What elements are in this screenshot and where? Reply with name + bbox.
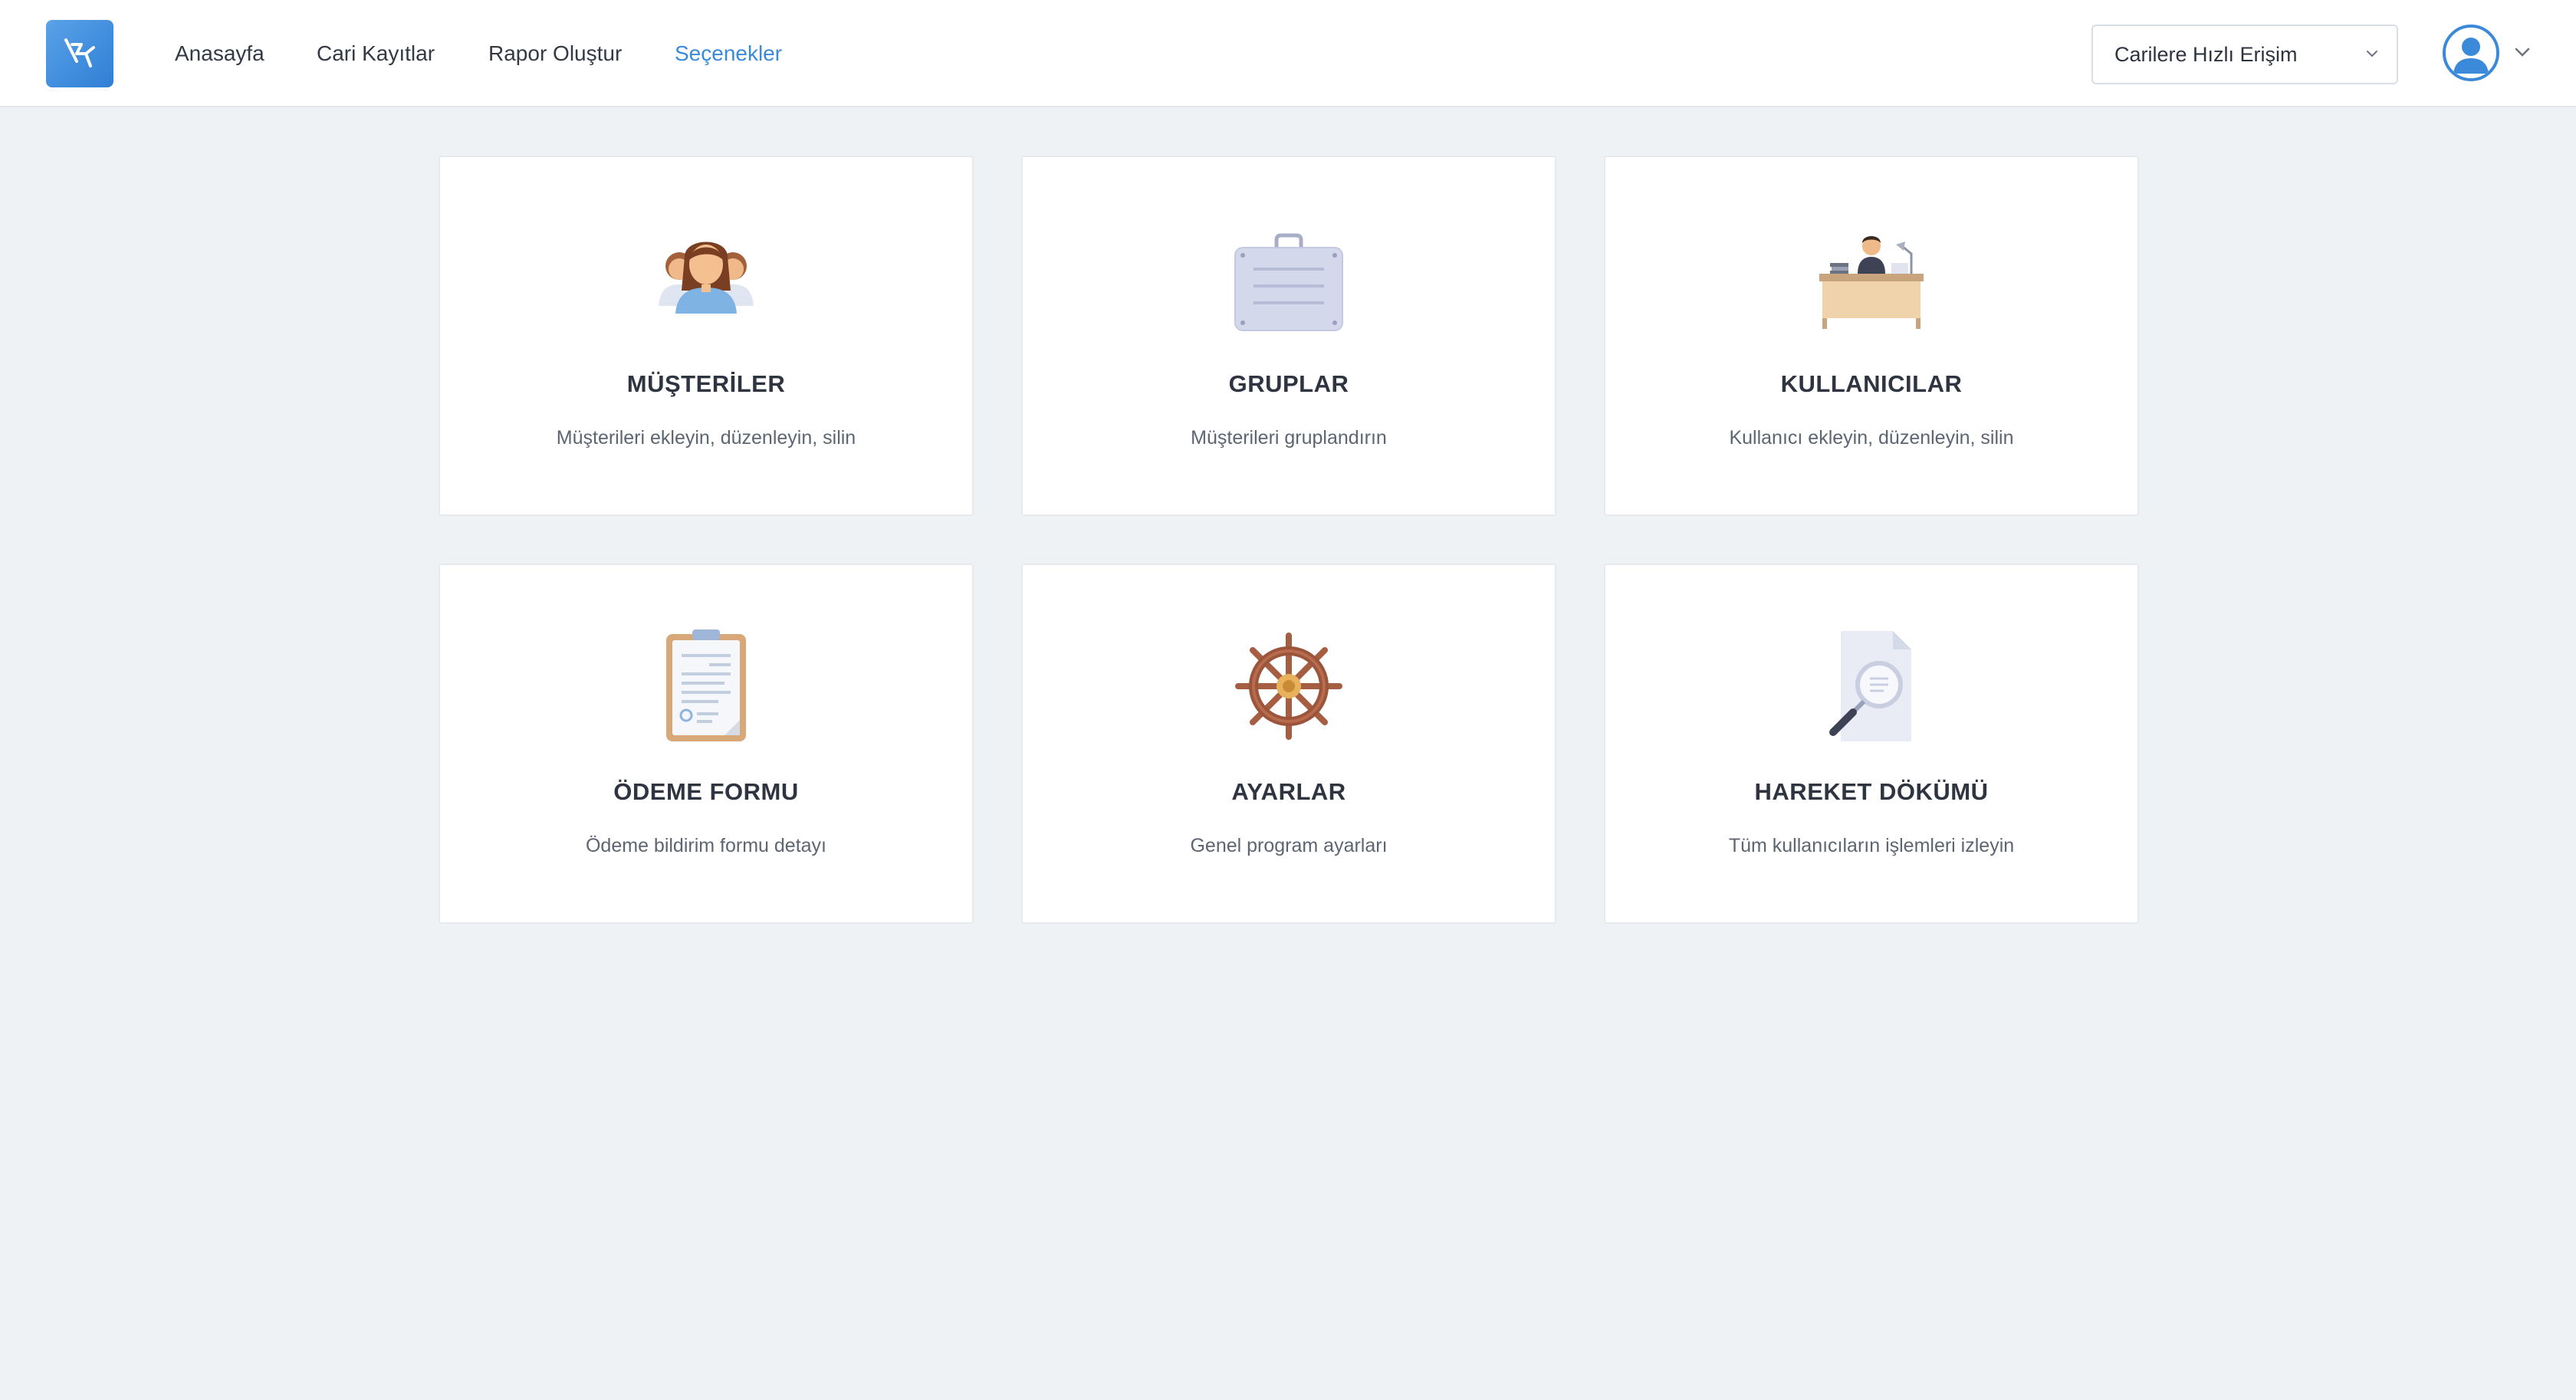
- quick-access-value: Carilere Hızlı Erişim: [2114, 42, 2298, 66]
- card-title: HAREKET DÖKÜMÜ: [1754, 778, 1989, 805]
- briefcase-icon: [1234, 233, 1343, 331]
- card-title: ÖDEME FORMU: [613, 778, 799, 805]
- card-musteriler[interactable]: MÜŞTERİLER Müşterileri ekleyin, düzenley…: [439, 156, 974, 516]
- top-navbar: Anasayfa Cari Kayıtlar Rapor Oluştur Seç…: [0, 0, 2576, 107]
- card-description: Tüm kullanıcıların işlemleri izleyin: [1728, 835, 2015, 856]
- card-description: Müşterileri gruplandırın: [1191, 427, 1387, 449]
- card-title: MÜŞTERİLER: [626, 370, 786, 397]
- nav-secenekler[interactable]: Seçenekler: [675, 40, 782, 67]
- card-description: Genel program ayarları: [1190, 835, 1388, 856]
- card-kullanicilar[interactable]: KULLANICILAR Kullanıcı ekleyin, düzenley…: [1604, 156, 2139, 516]
- card-gruplar[interactable]: GRUPLAR Müşterileri gruplandırın: [1021, 156, 1556, 516]
- nav-anasayfa[interactable]: Anasayfa: [175, 40, 264, 67]
- app-logo[interactable]: [46, 20, 113, 87]
- card-ayarlar[interactable]: AYARLAR Genel program ayarları: [1021, 564, 1556, 924]
- card-description: Müşterileri ekleyin, düzenleyin, silin: [556, 427, 856, 449]
- clipboard-icon: [666, 629, 746, 741]
- card-hareket-dokumu[interactable]: HAREKET DÖKÜMÜ Tüm kullanıcıların işleml…: [1604, 564, 2139, 924]
- card-title: GRUPLAR: [1228, 370, 1349, 397]
- ship-wheel-icon: [1235, 633, 1342, 740]
- quick-access-select[interactable]: Carilere Hızlı Erişim: [2091, 25, 2398, 84]
- card-description: Kullanıcı ekleyin, düzenleyin, silin: [1729, 427, 2014, 449]
- user-avatar-icon: [2453, 38, 2489, 74]
- user-avatar[interactable]: [2443, 25, 2499, 81]
- user-menu-chevron-icon[interactable]: [2513, 44, 2532, 60]
- card-title: KULLANICILAR: [1780, 370, 1963, 397]
- card-odeme-formu[interactable]: ÖDEME FORMU Ödeme bildirim formu detayı: [439, 564, 974, 924]
- logo-icon: [64, 38, 95, 67]
- nav-rapor-olustur[interactable]: Rapor Oluştur: [488, 40, 622, 67]
- card-title: AYARLAR: [1231, 778, 1346, 805]
- office-desk-icon: [1819, 236, 1924, 329]
- nav-cari-kayitlar[interactable]: Cari Kayıtlar: [317, 40, 435, 67]
- card-description: Ödeme bildirim formu detayı: [585, 835, 826, 856]
- document-search-icon: [1829, 631, 1911, 741]
- chevron-down-icon: [2367, 51, 2377, 58]
- customers-icon: [659, 242, 754, 314]
